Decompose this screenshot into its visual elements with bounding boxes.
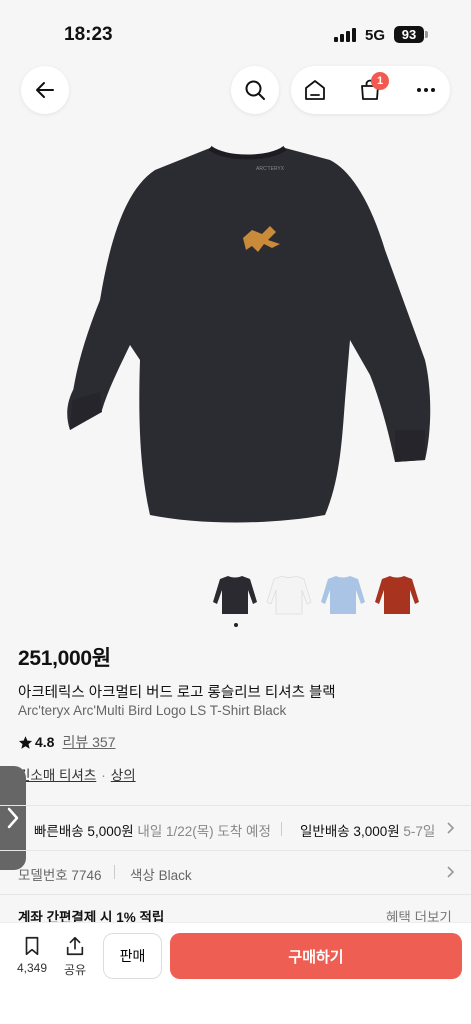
status-bar: 18:23 5G 93	[0, 0, 471, 62]
more-icon[interactable]	[414, 78, 438, 102]
search-button[interactable]	[231, 66, 279, 114]
category-link-longsleeve[interactable]: 긴소매 티셔츠	[18, 768, 96, 783]
signal-icon	[334, 27, 358, 42]
selected-variant-indicator	[234, 623, 238, 627]
shipping-options[interactable]: 빠른배송 5,000원 내일 1/22(목) 도착 예정 일반배송 3,000원…	[0, 806, 471, 850]
variant-thumb-blue[interactable]	[320, 572, 366, 618]
normal-shipping-label: 일반배송 3,000원	[300, 824, 400, 839]
status-time: 18:23	[64, 24, 113, 45]
battery-nub	[425, 31, 428, 38]
shipping-separator	[281, 822, 282, 836]
category-separator: ·	[101, 768, 106, 783]
product-image[interactable]: ARC'TERYX	[0, 130, 471, 560]
back-button[interactable]	[21, 66, 69, 114]
save-count: 4,349	[16, 961, 48, 975]
buy-button[interactable]: 구매하기	[170, 933, 462, 979]
details-separator	[114, 865, 115, 879]
arrow-left-icon	[36, 82, 54, 98]
product-title-ko: 아크테릭스 아크멀티 버드 로고 롱슬리브 티셔츠 블랙	[18, 685, 336, 701]
rating-value: 4.8	[35, 734, 55, 750]
fast-shipping-eta: 내일 1/22(목) 도착 예정	[137, 824, 271, 839]
search-icon	[245, 80, 265, 100]
product-details-row[interactable]: 모델번호 7746 색상 Black	[0, 851, 471, 893]
product-title-en: Arc'teryx Arc'Multi Bird Logo LS T-Shirt…	[18, 703, 287, 718]
fast-shipping-label: 빠른배송 5,000원	[34, 824, 134, 839]
rating: 4.8 리뷰 357	[18, 732, 115, 752]
bottom-action-bar: 4,349 공유 판매 구매하기	[0, 922, 471, 1024]
fast-shipping: 빠른배송 5,000원 내일 1/22(목) 도착 예정	[34, 820, 271, 840]
normal-shipping: 일반배송 3,000원 5-7일	[300, 820, 448, 840]
star-icon	[18, 735, 33, 749]
variant-thumb-black[interactable]	[212, 572, 258, 618]
share-button[interactable]: 공유	[55, 935, 95, 978]
share-icon	[66, 936, 84, 956]
model-number: 모델번호 7746	[18, 868, 102, 883]
chevron-right-icon	[447, 866, 455, 878]
category-breadcrumb: 긴소매 티셔츠 · 상의	[18, 764, 136, 784]
nav-actions: 1	[291, 66, 450, 114]
network-type: 5G	[365, 27, 386, 44]
bookmark-icon	[25, 936, 39, 956]
variant-swatch	[266, 575, 312, 615]
normal-shipping-eta: 5-7일	[403, 824, 436, 839]
home-icon[interactable]	[303, 78, 327, 102]
cart-count-badge: 1	[371, 72, 389, 90]
variant-swatch	[375, 576, 419, 614]
product-price: 251,000원	[18, 647, 111, 670]
share-label: 공유	[63, 963, 87, 977]
review-link[interactable]: 리뷰 357	[62, 732, 115, 752]
variant-swatch	[213, 576, 257, 614]
save-button[interactable]: 4,349	[12, 935, 52, 975]
category-link-top[interactable]: 상의	[111, 768, 136, 783]
sell-button[interactable]: 판매	[103, 933, 162, 979]
svg-text:ARC'TERYX: ARC'TERYX	[256, 166, 285, 172]
variant-thumb-red[interactable]	[374, 572, 420, 618]
variant-thumb-white[interactable]	[266, 572, 312, 618]
battery-icon: 93	[394, 26, 424, 43]
chevron-right-icon	[447, 822, 455, 834]
color-label: 색상 Black	[130, 868, 192, 883]
divider	[0, 894, 471, 895]
variant-swatch	[321, 576, 365, 614]
